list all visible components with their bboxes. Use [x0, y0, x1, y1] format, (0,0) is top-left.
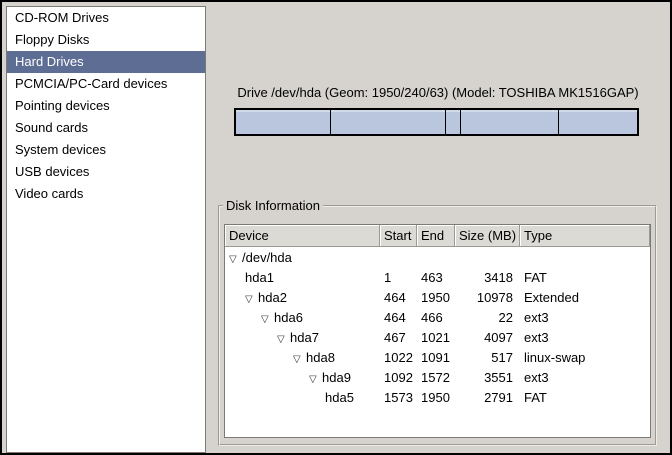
cell-start: 464 — [380, 287, 417, 307]
disk-table-header: Device Start End Size (MB) Type — [225, 225, 650, 247]
expander-open-icon[interactable]: ▽ — [277, 334, 290, 345]
sidebar-item-hard-drives[interactable]: Hard Drives — [7, 51, 205, 73]
header-type[interactable]: Type — [520, 225, 650, 247]
device-label: hda8 — [306, 350, 335, 365]
cell-size — [455, 247, 520, 267]
expander-open-icon[interactable]: ▽ — [245, 294, 258, 305]
cell-end: 1950 — [417, 287, 455, 307]
partition-segment-hda5 — [559, 110, 637, 134]
expander-open-icon[interactable]: ▽ — [261, 314, 274, 325]
cell-start: 467 — [380, 327, 417, 347]
table-row[interactable]: ▽hda646446622ext3 — [225, 307, 650, 327]
header-device[interactable]: Device — [225, 225, 380, 247]
cell-type: ext3 — [520, 367, 650, 387]
cell-type: linux-swap — [520, 347, 650, 367]
cell-size: 4097 — [455, 327, 520, 347]
cell-end: 1091 — [417, 347, 455, 367]
device-label: hda1 — [245, 270, 274, 285]
cell-device: ▽hda9 — [225, 367, 380, 387]
cell-start: 1573 — [380, 387, 417, 407]
table-row[interactable]: ▽hda810221091517linux-swap — [225, 347, 650, 367]
cell-size: 3551 — [455, 367, 520, 387]
sidebar-item-usb-devices[interactable]: USB devices — [7, 161, 205, 183]
cell-end — [417, 247, 455, 267]
header-start[interactable]: Start — [380, 225, 417, 247]
device-label: /dev/hda — [242, 250, 292, 265]
cell-type: Extended — [520, 287, 650, 307]
cell-end: 1572 — [417, 367, 455, 387]
partition-bar — [234, 108, 639, 136]
cell-size: 22 — [455, 307, 520, 327]
cell-start: 464 — [380, 307, 417, 327]
header-end[interactable]: End — [417, 225, 455, 247]
cell-type: ext3 — [520, 327, 650, 347]
table-row[interactable]: ▽/dev/hda — [225, 247, 650, 267]
cell-device: ▽/dev/hda — [225, 247, 380, 267]
cell-end: 1021 — [417, 327, 455, 347]
partition-segment-hda7 — [331, 110, 446, 134]
expander-open-icon[interactable]: ▽ — [293, 354, 306, 365]
sidebar-item-sound-cards[interactable]: Sound cards — [7, 117, 205, 139]
cell-device: ▽hda2 — [225, 287, 380, 307]
sidebar-list: CD-ROM DrivesFloppy DisksHard DrivesPCMC… — [6, 6, 206, 453]
cell-start: 1 — [380, 267, 417, 287]
cell-start: 1092 — [380, 367, 417, 387]
cell-type: FAT — [520, 387, 650, 407]
partition-segment-hda9 — [461, 110, 560, 134]
header-size[interactable]: Size (MB) — [455, 225, 520, 247]
cell-end: 466 — [417, 307, 455, 327]
cell-size: 3418 — [455, 267, 520, 287]
cell-start: 1022 — [380, 347, 417, 367]
disk-information-label: Disk Information — [223, 198, 323, 213]
device-label: hda5 — [325, 390, 354, 405]
expander-open-icon[interactable]: ▽ — [229, 254, 242, 265]
sidebar-item-cd-rom-drives[interactable]: CD-ROM Drives — [7, 7, 205, 29]
device-label: hda7 — [290, 330, 319, 345]
cell-device: ▽hda8 — [225, 347, 380, 367]
partition-segment-hda8 — [446, 110, 460, 134]
cell-device: ▽hda7 — [225, 327, 380, 347]
table-row[interactable]: hda5 157319502791FAT — [225, 387, 650, 407]
sidebar-item-pcmcia-pc-card-devices[interactable]: PCMCIA/PC-Card devices — [7, 73, 205, 95]
disk-table: Device Start End Size (MB) Type ▽/dev/hd… — [224, 224, 651, 438]
sidebar-item-floppy-disks[interactable]: Floppy Disks — [7, 29, 205, 51]
cell-size: 517 — [455, 347, 520, 367]
disk-information-frame: Disk Information Device Start End Size (… — [218, 198, 657, 446]
cell-type: ext3 — [520, 307, 650, 327]
table-row[interactable]: ▽hda2464195010978Extended — [225, 287, 650, 307]
table-row[interactable]: ▽hda9109215723551ext3 — [225, 367, 650, 387]
sidebar-item-pointing-devices[interactable]: Pointing devices — [7, 95, 205, 117]
cell-device: hda5 — [225, 387, 380, 407]
drive-title: Drive /dev/hda (Geom: 1950/240/63) (Mode… — [218, 85, 658, 100]
cell-size: 2791 — [455, 387, 520, 407]
disk-table-body: ▽/dev/hdahda114633418FAT▽hda246419501097… — [225, 247, 650, 437]
table-row[interactable]: ▽hda746710214097ext3 — [225, 327, 650, 347]
cell-device: hda1 — [225, 267, 380, 287]
device-label: hda6 — [274, 310, 303, 325]
cell-end: 463 — [417, 267, 455, 287]
device-label: hda2 — [258, 290, 287, 305]
device-label: hda9 — [322, 370, 351, 385]
partition-segment-hda1 — [236, 110, 331, 134]
cell-type: FAT — [520, 267, 650, 287]
cell-end: 1950 — [417, 387, 455, 407]
sidebar-item-video-cards[interactable]: Video cards — [7, 183, 205, 205]
cell-start — [380, 247, 417, 267]
cell-size: 10978 — [455, 287, 520, 307]
hardware-browser-window: CD-ROM DrivesFloppy DisksHard DrivesPCMC… — [0, 0, 672, 455]
sidebar-item-system-devices[interactable]: System devices — [7, 139, 205, 161]
cell-device: ▽hda6 — [225, 307, 380, 327]
expander-open-icon[interactable]: ▽ — [309, 374, 322, 385]
cell-type — [520, 247, 650, 267]
table-row[interactable]: hda1 14633418FAT — [225, 267, 650, 287]
